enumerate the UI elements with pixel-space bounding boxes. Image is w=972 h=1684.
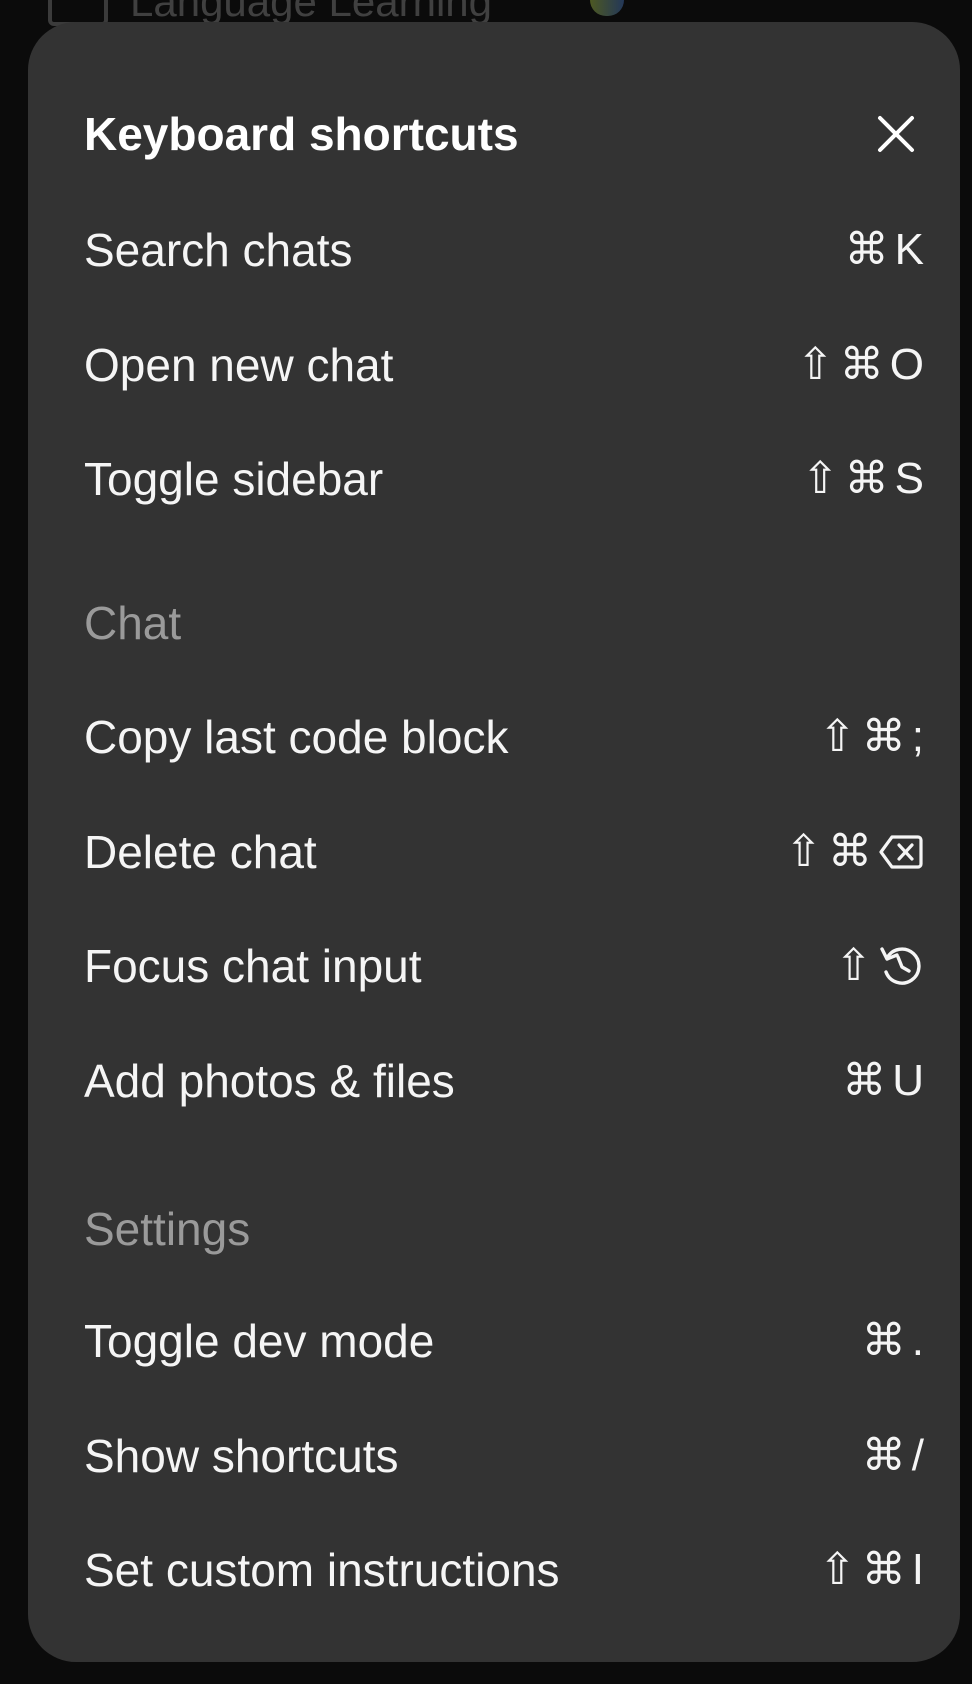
section-heading-chat: Chat — [84, 597, 182, 649]
shortcut-label: Add photos & files — [84, 1055, 455, 1107]
close-icon — [878, 116, 914, 152]
shortcut-row: Set custom instructions ⇧ ⌘ I — [84, 1538, 924, 1602]
shortcut-keys: ⇧ ⌘ — [785, 820, 924, 884]
command-key-icon: ⌘ — [861, 1545, 906, 1594]
shortcut-label: Copy last code block — [84, 711, 509, 763]
shift-key-icon: ⇧ — [818, 1545, 856, 1594]
shortcut-label: Toggle sidebar — [84, 453, 384, 505]
shortcut-row: Toggle sidebar ⇧ ⌘ S — [84, 447, 924, 511]
close-button[interactable] — [868, 106, 924, 162]
shortcut-keys: ⇧ ⌘; — [819, 705, 924, 769]
shortcut-row: Toggle dev mode ⌘. — [84, 1309, 924, 1373]
key-character: I — [911, 1545, 924, 1594]
command-key-icon: ⌘ — [844, 454, 889, 503]
shift-key-icon: ⇧ — [785, 827, 822, 876]
key-character: U — [892, 1056, 924, 1105]
delete-icon — [878, 829, 924, 875]
shortcut-label: Delete chat — [84, 826, 317, 878]
modal-header: Keyboard shortcuts — [84, 104, 924, 164]
shortcut-row: Copy last code block ⇧ ⌘; — [84, 705, 924, 769]
shortcut-keys: ⇧ ⌘ S — [802, 447, 924, 511]
shortcut-keys: ⇧ ⌘ I — [819, 1538, 924, 1602]
command-key-icon: ⌘ — [842, 1056, 887, 1105]
shortcut-row: Search chats ⌘ K — [84, 218, 924, 282]
command-key-icon: ⌘ — [861, 1316, 906, 1365]
shortcut-keys: ⇧ — [835, 934, 924, 998]
shortcut-keys: ⇧ ⌘ O — [797, 333, 924, 397]
key-character: . — [911, 1316, 924, 1365]
shortcut-keys: ⌘ K — [845, 218, 924, 282]
modal-title: Keyboard shortcuts — [84, 108, 519, 160]
shortcut-label: Show shortcuts — [84, 1430, 399, 1482]
shortcut-row: Show shortcuts ⌘ / — [84, 1424, 924, 1488]
key-character: O — [889, 340, 924, 389]
shortcut-keys: ⌘ / — [862, 1424, 924, 1488]
command-key-icon: ⌘ — [839, 340, 884, 389]
shortcut-label: Search chats — [84, 224, 353, 276]
globe-icon — [590, 0, 624, 16]
command-key-icon: ⌘ — [828, 827, 872, 876]
escape-icon — [878, 943, 924, 989]
key-character: / — [911, 1431, 924, 1480]
shortcut-label: Open new chat — [84, 339, 394, 391]
shortcut-label: Set custom instructions — [84, 1544, 560, 1596]
shift-key-icon: ⇧ — [801, 454, 839, 503]
shortcut-label: Toggle dev mode — [84, 1315, 435, 1367]
key-character: ; — [911, 712, 924, 761]
shortcut-label: Focus chat input — [84, 940, 422, 992]
shift-key-icon: ⇧ — [796, 340, 834, 389]
shift-key-icon: ⇧ — [818, 712, 856, 761]
key-character: S — [894, 454, 924, 503]
shortcut-keys: ⌘ U — [842, 1049, 924, 1113]
shortcut-keys: ⌘. — [862, 1309, 924, 1373]
shortcut-row: Add photos & files ⌘ U — [84, 1049, 924, 1113]
shift-key-icon: ⇧ — [835, 941, 872, 990]
section-heading-settings: Settings — [84, 1203, 251, 1255]
shortcut-row: Focus chat input ⇧ — [84, 934, 924, 998]
command-key-icon: ⌘ — [861, 712, 906, 761]
command-key-icon: ⌘ — [844, 225, 889, 274]
keyboard-shortcuts-modal: Keyboard shortcuts Search chats ⌘ K Open ne… — [28, 22, 960, 1662]
command-key-icon: ⌘ — [861, 1431, 906, 1480]
key-character: K — [894, 225, 924, 274]
shortcut-row: Delete chat ⇧ ⌘ — [84, 820, 924, 884]
shortcut-row: Open new chat ⇧ ⌘ O — [84, 333, 924, 397]
